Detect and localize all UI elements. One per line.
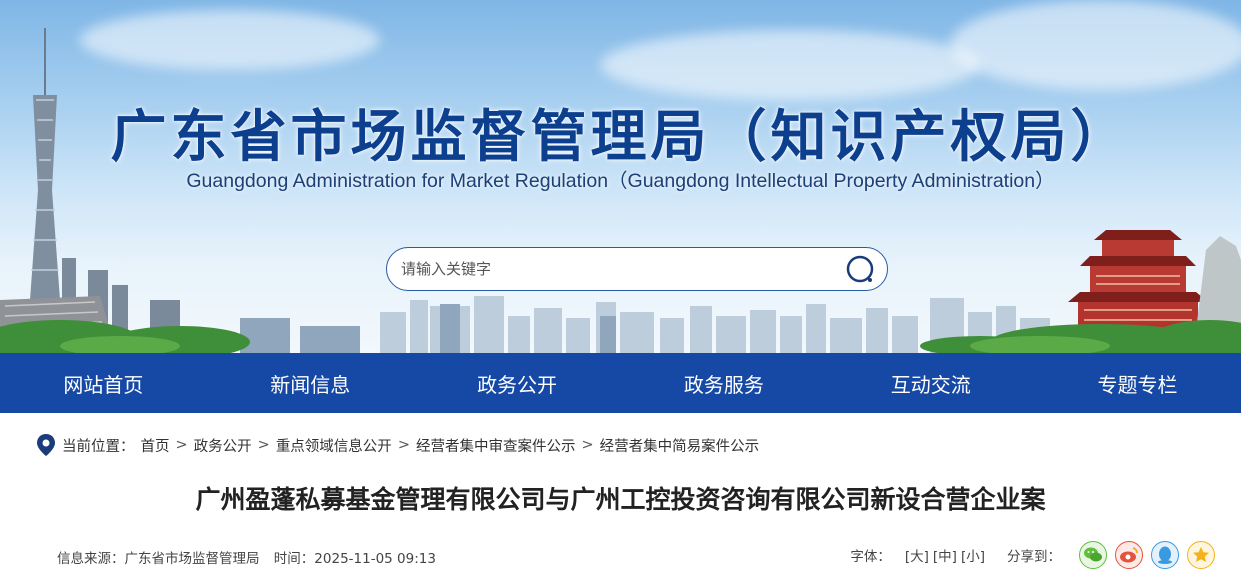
breadcrumb-separator: >	[175, 437, 188, 453]
share-wechat-button[interactable]	[1079, 541, 1107, 569]
share-label: 分享到：	[1007, 549, 1061, 565]
font-size-medium-button[interactable]: [中]	[933, 545, 957, 565]
nav-item-special-topics[interactable]: 专题专栏	[1034, 353, 1241, 413]
qq-icon	[1158, 546, 1172, 564]
article-meta: 信息来源：广东省市场监督管理局 时间：2025-11-05 09:13	[57, 547, 446, 567]
font-size-large-button[interactable]: [大]	[905, 545, 929, 565]
wechat-icon	[1084, 547, 1102, 562]
share-qq-button[interactable]	[1151, 541, 1179, 569]
breadcrumb-separator: >	[581, 437, 594, 453]
site-subtitle: Guangdong Administration for Market Regu…	[186, 170, 1055, 192]
article-source: 信息来源：广东省市场监督管理局	[57, 551, 260, 567]
breadcrumb-link-government-affairs[interactable]: 政务公开	[194, 435, 252, 456]
share-weibo-button[interactable]	[1115, 541, 1143, 569]
nav-item-home[interactable]: 网站首页	[0, 353, 207, 413]
location-pin-icon	[37, 434, 55, 456]
search-button[interactable]	[845, 254, 877, 286]
article-tools: 字体： [大] [中] [小] 分享到：	[850, 541, 1215, 569]
weibo-icon	[1120, 547, 1138, 563]
nav-item-interaction[interactable]: 互动交流	[827, 353, 1034, 413]
breadcrumb-link-key-areas[interactable]: 重点领域信息公开	[276, 435, 392, 456]
search-icon	[846, 255, 874, 283]
header-banner: 广东省市场监督管理局（知识产权局） Guangdong Administrati…	[0, 0, 1241, 353]
nav-item-news[interactable]: 新闻信息	[207, 353, 414, 413]
qzone-icon	[1193, 547, 1209, 562]
font-size-label: 字体：	[850, 549, 891, 565]
search-bar	[386, 247, 888, 291]
breadcrumb-separator: >	[257, 437, 270, 453]
main-nav: 网站首页 新闻信息 政务公开 政务服务 互动交流 专题专栏	[0, 353, 1241, 413]
font-size-small-button[interactable]: [小]	[961, 545, 985, 565]
article-title: 广州盈蓬私募基金管理有限公司与广州工控投资咨询有限公司新设合营企业案	[195, 485, 1046, 514]
breadcrumb-link-home[interactable]: 首页	[141, 435, 170, 456]
breadcrumb-separator: >	[397, 437, 410, 453]
share-qzone-button[interactable]	[1187, 541, 1215, 569]
site-title: 广东省市场监督管理局（知识产权局）	[110, 105, 1131, 170]
breadcrumb-link-simple-cases[interactable]: 经营者集中简易案件公示	[600, 435, 760, 456]
breadcrumb-link-concentration-review[interactable]: 经营者集中审查案件公示	[416, 435, 576, 456]
nav-item-services[interactable]: 政务服务	[620, 353, 827, 413]
breadcrumb: 当前位置： 首页 > 政务公开 > 重点领域信息公开 > 经营者集中审查案件公示…	[36, 433, 759, 457]
nav-item-government-affairs[interactable]: 政务公开	[414, 353, 621, 413]
breadcrumb-label: 当前位置：	[62, 438, 135, 455]
article-time: 时间：2025-11-05 09:13	[273, 551, 436, 567]
search-input[interactable]	[401, 257, 821, 281]
